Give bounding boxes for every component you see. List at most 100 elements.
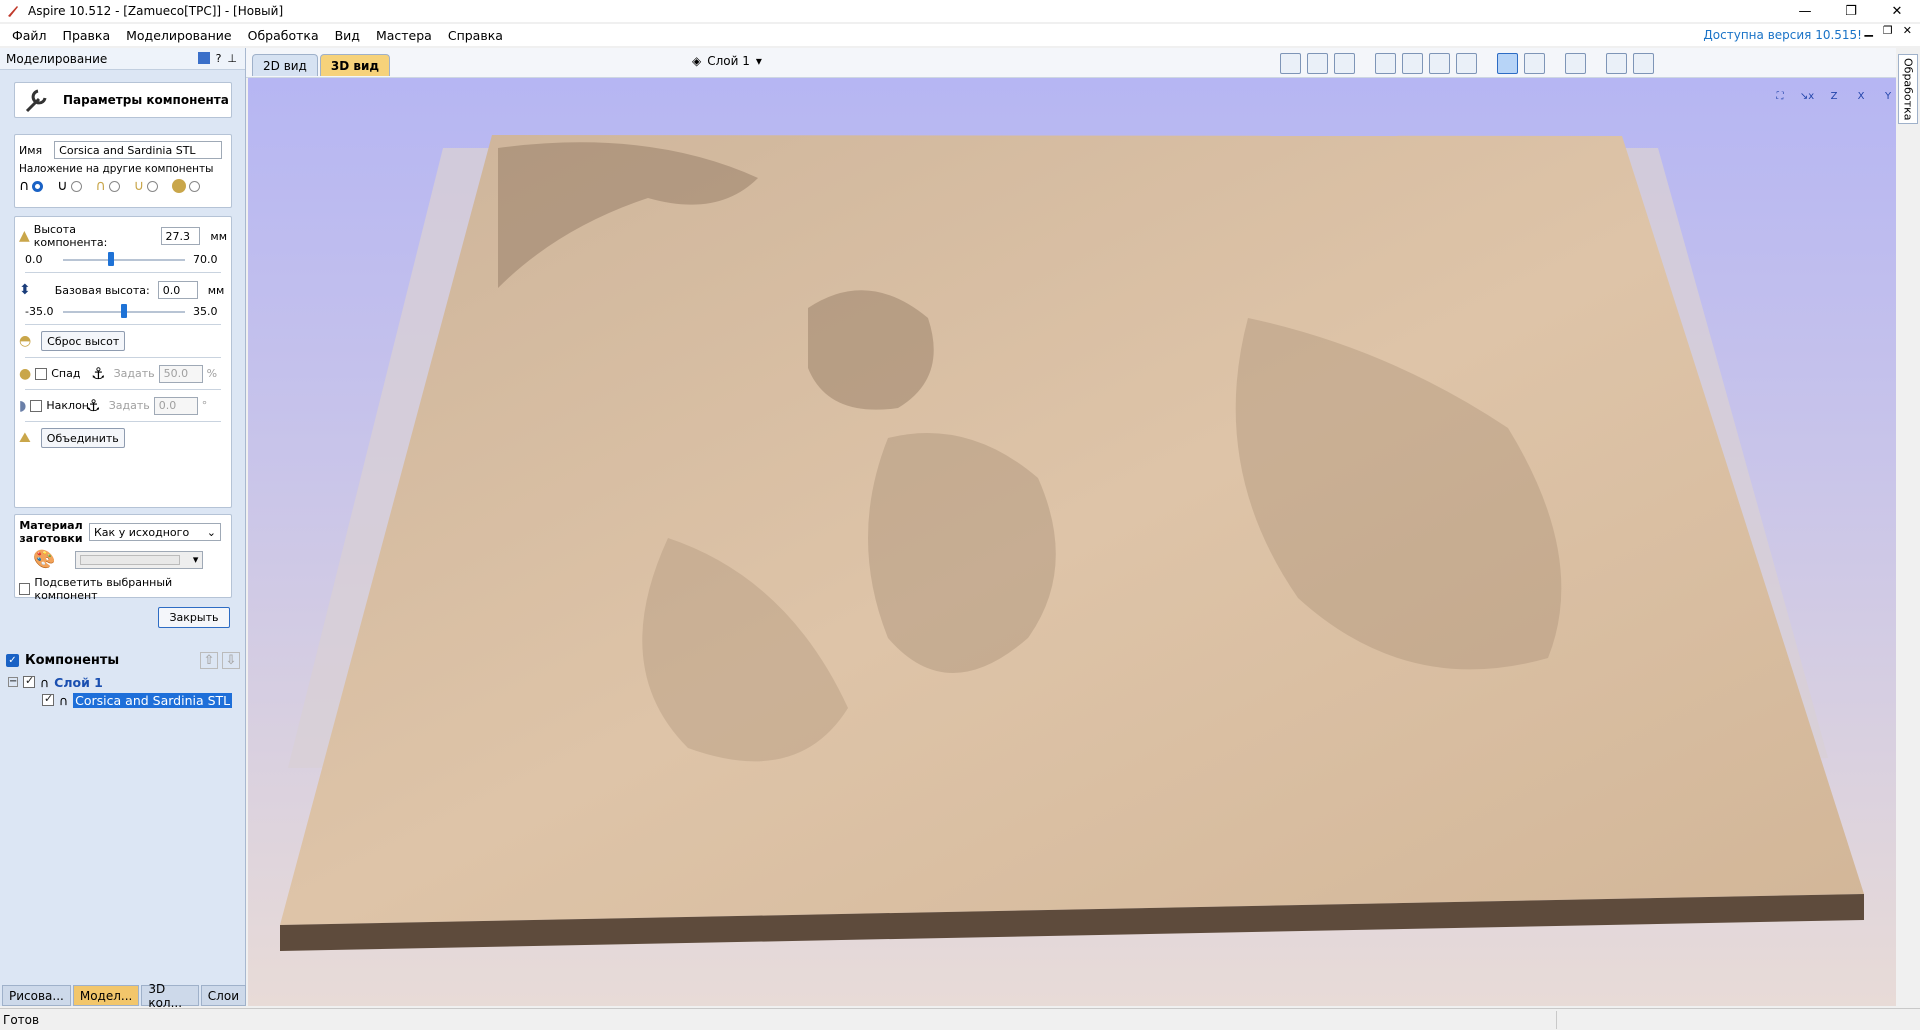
- component-params-button[interactable]: Параметры компонента: [14, 82, 232, 118]
- close-panel-button[interactable]: Закрыть: [158, 607, 230, 628]
- fade-value-input[interactable]: 50.0: [158, 364, 203, 383]
- iso-view-icon[interactable]: ↘x: [1797, 84, 1817, 102]
- zoom-box-icon[interactable]: [1456, 53, 1477, 74]
- name-input[interactable]: Corsica and Sardinia STL: [54, 141, 223, 159]
- highlight-checkbox[interactable]: [19, 583, 31, 595]
- menu-wizards[interactable]: Мастера: [368, 28, 440, 43]
- overlay-merge-icon[interactable]: ∩: [96, 178, 120, 194]
- bounding-box-icon[interactable]: [1280, 53, 1301, 74]
- component-name: Corsica and Sardinia STL: [73, 692, 233, 708]
- base-height-input[interactable]: 0.0: [157, 281, 198, 299]
- height-max: 70.0: [193, 253, 218, 266]
- status-text: Готов: [3, 1012, 40, 1027]
- tree-layer-row[interactable]: − ∩ Слой 1: [0, 673, 246, 691]
- overlay-multiply-icon[interactable]: [172, 179, 200, 194]
- components-checkbox[interactable]: ✓: [6, 654, 19, 667]
- material-label-line1: Материал: [19, 519, 83, 532]
- base-height-slider-thumb[interactable]: [121, 303, 127, 318]
- components-tree: ✓ Компоненты ⇧ ⇩ − ∩ Слой 1 ∩ Corsica an…: [0, 648, 246, 709]
- 3d-viewport[interactable]: ⛶ ↘x Z X Y: [248, 78, 1896, 1006]
- mdi-minimize-icon[interactable]: ▁: [1864, 24, 1872, 37]
- tilt-value-input[interactable]: 0.0: [153, 396, 198, 415]
- fade-label: Спад: [51, 367, 81, 380]
- fit-view-icon[interactable]: ⛶: [1770, 84, 1790, 102]
- split-horizontal-icon[interactable]: [1606, 53, 1627, 74]
- tab-toolpaths[interactable]: Обработка: [1898, 54, 1918, 124]
- split-vertical-icon[interactable]: [1633, 53, 1654, 74]
- menu-file[interactable]: Файл: [4, 28, 55, 43]
- wireframe-icon[interactable]: [1524, 53, 1545, 74]
- layer-select[interactable]: ◈ Слой 1 ▾: [692, 54, 762, 68]
- mdi-restore-icon[interactable]: ❐: [1883, 24, 1893, 37]
- view-tool-icons: [1280, 53, 1654, 74]
- overlay-add-icon[interactable]: ∩: [19, 178, 44, 194]
- tab-layers[interactable]: Слои: [200, 985, 246, 1006]
- material-color-picker[interactable]: ▾: [75, 550, 204, 569]
- render-toggle-icon[interactable]: [1565, 53, 1586, 74]
- reset-heights-icon: ◓: [19, 333, 32, 349]
- tab-2d-view[interactable]: 2D вид: [252, 54, 318, 76]
- draw-grid-icon[interactable]: [1307, 53, 1328, 74]
- base-height-icon: ⬍: [19, 282, 31, 298]
- window-title: Aspire 10.512 - [Zamueco[TPC]] - [Новый]: [28, 4, 284, 18]
- height-input[interactable]: 27.3: [160, 227, 201, 245]
- overlay-low-icon[interactable]: ∪: [134, 178, 158, 194]
- tilt-anchor-icon[interactable]: ⚓: [86, 396, 100, 415]
- update-available-link[interactable]: Доступна версия 10.515!: [1703, 28, 1862, 42]
- view-toolbar: ◈ Слой 1 ▾: [246, 48, 1896, 78]
- maximize-button[interactable]: ❐: [1828, 0, 1874, 22]
- y-view-icon[interactable]: Y: [1878, 84, 1898, 102]
- pin-icon[interactable]: ⊥: [227, 52, 237, 65]
- menu-modeling[interactable]: Моделирование: [118, 28, 239, 43]
- fade-anchor-icon[interactable]: ⚓: [91, 364, 105, 383]
- right-panel-strip: Обработка: [1896, 48, 1920, 1006]
- merge-icon: ⛰: [19, 430, 31, 446]
- reset-heights-button[interactable]: Сброс высот: [41, 331, 126, 351]
- overlay-modes: ∩ ∪ ∩ ∪: [19, 178, 227, 194]
- pan-icon[interactable]: [1375, 53, 1396, 74]
- grid-icon[interactable]: [1334, 53, 1355, 74]
- terrain-model: [280, 135, 1864, 951]
- overlay-label: Наложение на другие компоненты: [19, 163, 214, 175]
- base-height-min: -35.0: [25, 305, 54, 318]
- close-button[interactable]: ✕: [1874, 0, 1920, 22]
- layer-checkbox[interactable]: [23, 674, 35, 688]
- collapse-icon[interactable]: −: [8, 677, 18, 687]
- material-select[interactable]: Как у исходного ⌄: [89, 523, 221, 541]
- base-height-slider[interactable]: [63, 303, 185, 318]
- minimize-button[interactable]: —: [1782, 0, 1828, 22]
- height-slider[interactable]: [63, 251, 185, 266]
- fade-checkbox[interactable]: [35, 367, 48, 380]
- menu-view[interactable]: Вид: [327, 28, 368, 43]
- components-header: ✓ Компоненты ⇧ ⇩: [0, 648, 246, 673]
- tilt-checkbox[interactable]: [30, 399, 43, 412]
- component-checkbox[interactable]: [42, 692, 54, 706]
- height-slider-thumb[interactable]: [108, 251, 115, 266]
- fade-set-label: Задать: [113, 367, 155, 380]
- mdi-close-icon[interactable]: ✕: [1903, 24, 1912, 37]
- menu-edit[interactable]: Правка: [55, 28, 119, 43]
- zoom-icon[interactable]: [1402, 53, 1423, 74]
- dock-icon[interactable]: [197, 52, 210, 64]
- menu-help[interactable]: Справка: [440, 28, 511, 43]
- move-down-icon[interactable]: ⇩: [222, 652, 240, 669]
- overlay-subtract-icon[interactable]: ∪: [57, 178, 82, 194]
- tab-3d-view[interactable]: 3D вид: [319, 54, 391, 76]
- layer-select-value: Слой 1: [707, 54, 750, 68]
- panel-header: Моделирование ? ⊥: [0, 48, 245, 70]
- tab-3d-clipart[interactable]: 3D кол...: [141, 982, 199, 1010]
- shade-material-icon[interactable]: [1497, 53, 1518, 74]
- height-label: Высота компонента:: [33, 223, 108, 249]
- menu-toolpaths[interactable]: Обработка: [240, 28, 327, 43]
- tab-drawing[interactable]: Рисова...: [2, 985, 71, 1006]
- panel-title: Моделирование: [6, 51, 108, 66]
- material-select-value: Как у исходного: [94, 525, 190, 539]
- x-view-icon[interactable]: X: [1851, 84, 1871, 102]
- merge-button[interactable]: Объединить: [40, 428, 125, 448]
- move-up-icon[interactable]: ⇧: [200, 652, 218, 669]
- help-icon[interactable]: ?: [216, 52, 222, 65]
- zoom-extents-icon[interactable]: [1429, 53, 1450, 74]
- tab-modeling[interactable]: Модел...: [72, 985, 140, 1006]
- z-view-icon[interactable]: Z: [1824, 84, 1844, 102]
- tree-component-row[interactable]: ∩ Corsica and Sardinia STL: [0, 691, 246, 709]
